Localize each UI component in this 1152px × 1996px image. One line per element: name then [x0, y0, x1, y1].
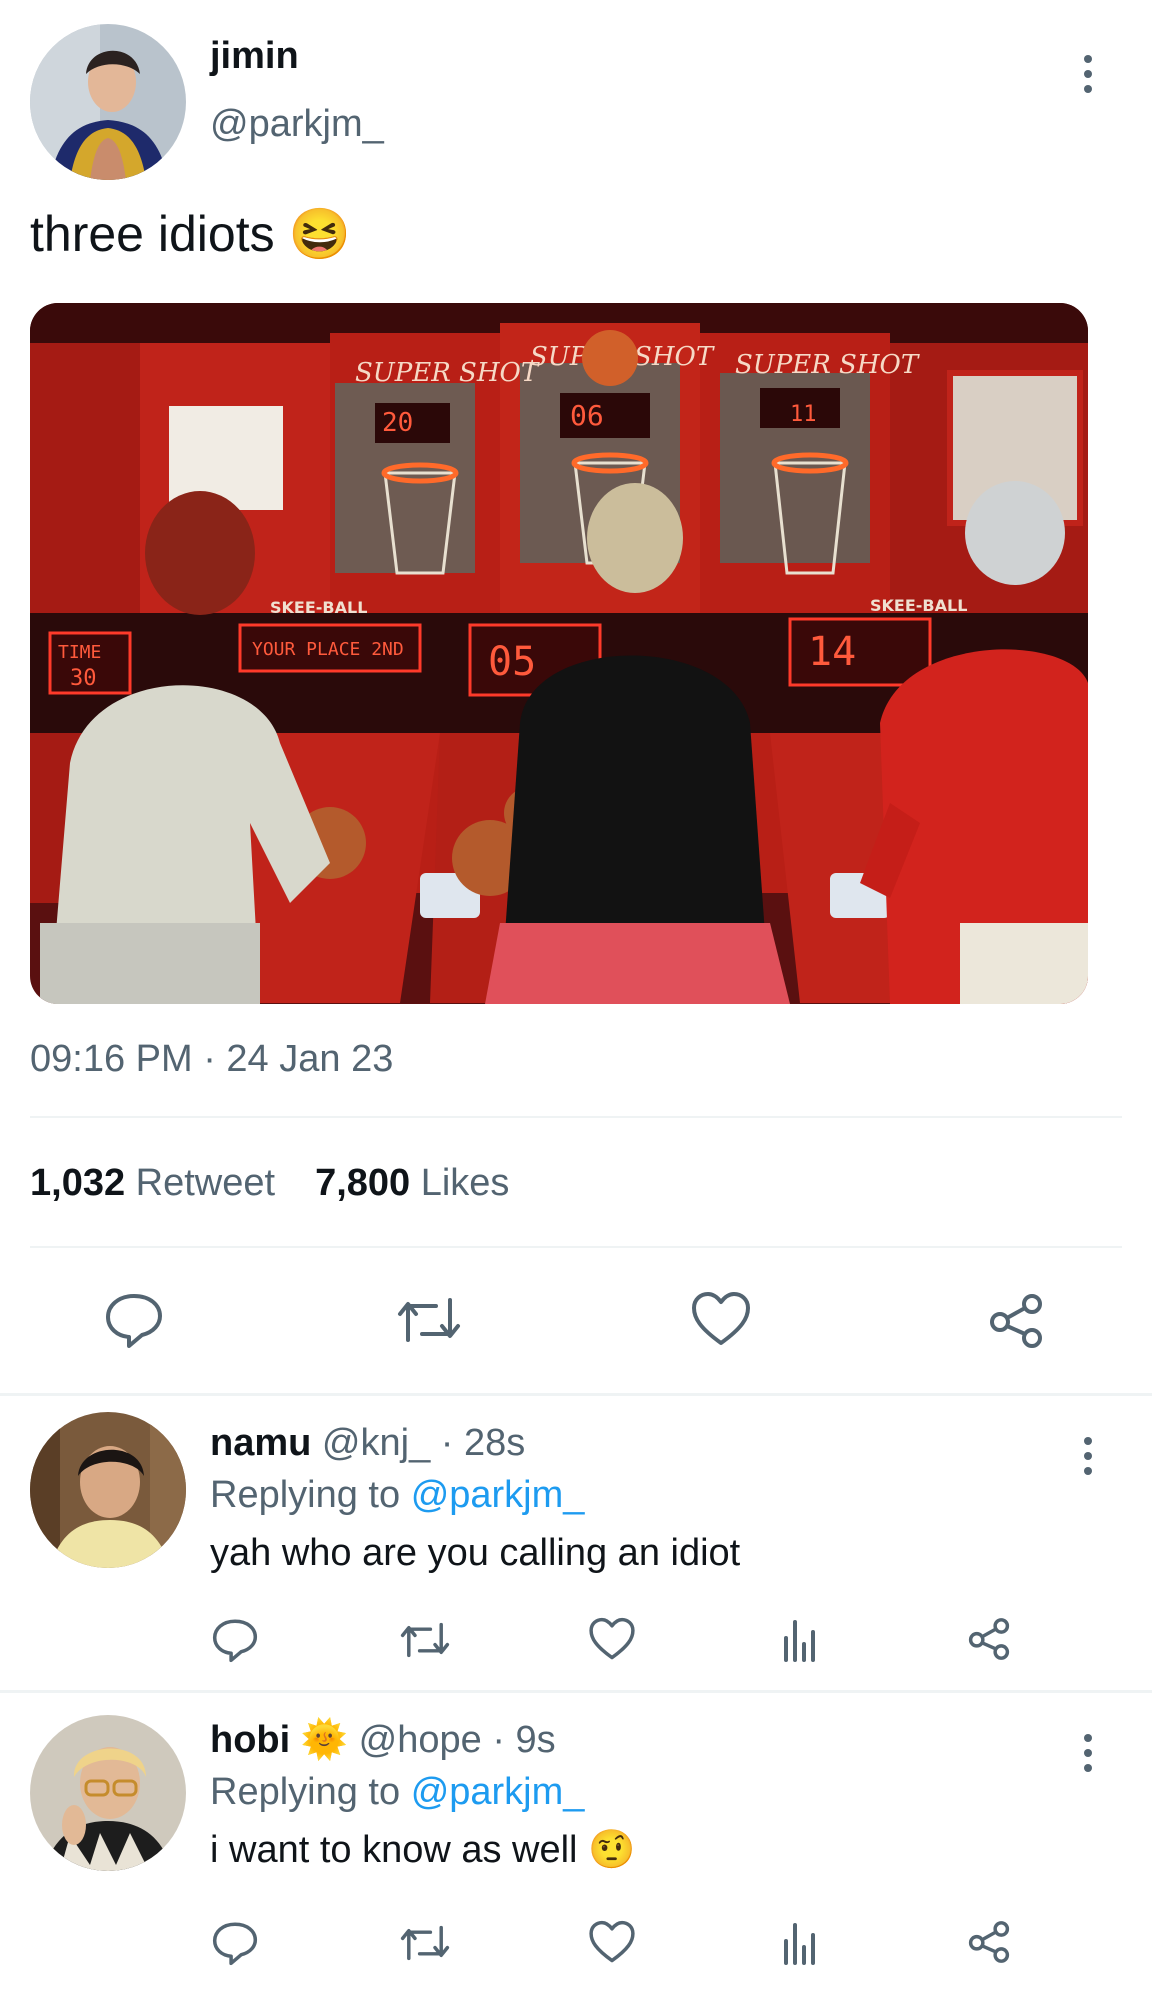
divider	[30, 1116, 1122, 1118]
raised-eyebrow-emoji: 🤨	[588, 1829, 636, 1871]
reply-avatar[interactable]	[30, 1412, 186, 1568]
reply-item[interactable]: namu @knj_ · 28s Replying to @parkjm_ ya…	[0, 1396, 1152, 1688]
retweet-icon[interactable]	[398, 1921, 452, 1965]
replying-to-handle[interactable]: @parkjm_	[411, 1474, 585, 1516]
svg-text:TIME: TIME	[58, 642, 101, 663]
heart-icon[interactable]	[690, 1290, 752, 1348]
author-avatar[interactable]	[30, 24, 186, 180]
reply-icon[interactable]	[102, 1290, 166, 1350]
views-icon[interactable]	[780, 1616, 820, 1662]
reply-text: yah who are you calling an idiot	[210, 1532, 741, 1574]
reply-handle-time[interactable]: @hope · 9s	[359, 1719, 556, 1761]
svg-text:YOUR PLACE 2ND: YOUR PLACE 2ND	[252, 639, 404, 660]
heart-icon[interactable]	[588, 1919, 636, 1965]
views-icon[interactable]	[780, 1919, 820, 1965]
retweet-icon[interactable]	[394, 1292, 464, 1348]
share-icon[interactable]	[986, 1292, 1046, 1350]
reply-icon[interactable]	[210, 1616, 260, 1664]
retweet-icon[interactable]	[398, 1618, 452, 1662]
svg-text:06: 06	[570, 399, 604, 432]
svg-text:SKEE-BALL: SKEE-BALL	[270, 598, 367, 617]
retweet-label: Retweet	[135, 1162, 276, 1204]
like-label: Likes	[420, 1162, 510, 1204]
share-icon[interactable]	[966, 1919, 1012, 1965]
retweet-count: 1,032	[30, 1162, 126, 1204]
tweet-text: three idiots	[30, 206, 275, 262]
replying-to-label: Replying to	[210, 1474, 401, 1516]
reply-handle-time[interactable]: @knj_ · 28s	[322, 1422, 525, 1464]
tweet-timestamp[interactable]: 09:16 PM · 24 Jan 23	[30, 1036, 393, 1082]
laughing-emoji: 😆	[288, 206, 351, 262]
replying-to-label: Replying to	[210, 1771, 401, 1813]
replying-to: Replying to @parkjm_	[210, 1769, 584, 1815]
more-icon[interactable]	[1068, 1723, 1108, 1783]
more-icon[interactable]	[1068, 44, 1108, 104]
svg-text:SUPER SHOT: SUPER SHOT	[355, 358, 540, 388]
svg-text:05: 05	[488, 639, 536, 685]
sun-badge-icon: 🌞	[300, 1719, 349, 1761]
svg-text:SUPER SHOT: SUPER SHOT	[735, 350, 920, 380]
reply-header: namu @knj_ · 28s	[210, 1420, 525, 1466]
engagement-counts: 1,032 Retweet 7,800 Likes	[30, 1160, 509, 1206]
reply-author-name[interactable]: namu	[210, 1422, 311, 1464]
heart-icon[interactable]	[588, 1616, 636, 1662]
svg-text:30: 30	[70, 666, 97, 691]
author-handle[interactable]: @parkjm_	[210, 102, 384, 146]
more-icon[interactable]	[1068, 1426, 1108, 1486]
tweet-text-row: three idiots 😆	[30, 204, 351, 264]
svg-text:11: 11	[790, 402, 817, 427]
replying-to-handle[interactable]: @parkjm_	[411, 1771, 585, 1813]
like-count: 7,800	[315, 1162, 411, 1204]
reply-header: hobi 🌞 @hope · 9s	[210, 1717, 556, 1763]
svg-text:20: 20	[382, 408, 413, 438]
reply-item[interactable]: hobi 🌞 @hope · 9s Replying to @parkjm_ i…	[0, 1693, 1152, 1996]
tweet-photo[interactable]: SUPER SHOT SUPER SHOT SUPER SHOT 20 06 1…	[30, 303, 1088, 1004]
like-count-link[interactable]: 7,800 Likes	[315, 1160, 509, 1206]
svg-text:SKEE-BALL: SKEE-BALL	[870, 596, 967, 615]
divider	[30, 1246, 1122, 1248]
share-icon[interactable]	[966, 1616, 1012, 1662]
reply-text: i want to know as well	[210, 1829, 578, 1871]
reply-author-name[interactable]: hobi	[210, 1719, 290, 1761]
author-name[interactable]: jimin	[210, 34, 299, 78]
replying-to: Replying to @parkjm_	[210, 1472, 584, 1518]
reply-icon[interactable]	[210, 1919, 260, 1967]
reply-avatar[interactable]	[30, 1715, 186, 1871]
reply-text-row: i want to know as well 🤨	[210, 1827, 635, 1873]
retweet-count-link[interactable]: 1,032 Retweet	[30, 1160, 275, 1206]
svg-text:14: 14	[808, 629, 856, 675]
